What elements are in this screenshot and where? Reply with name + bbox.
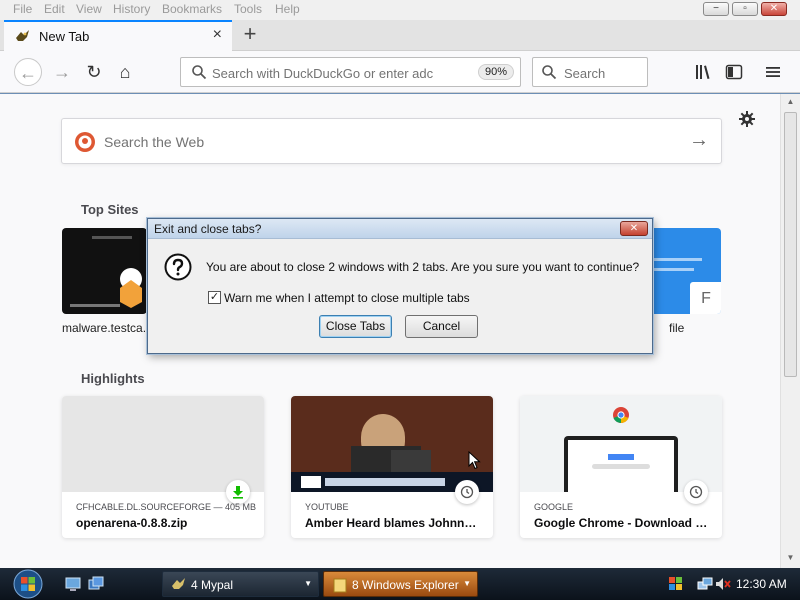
clock-badge: [684, 480, 708, 504]
highlight-source: YOUTUBE: [305, 502, 349, 512]
taskbar-clock: 12:30 AM: [736, 577, 787, 591]
page-thumbnail-icon: [120, 280, 142, 308]
clock-icon: [460, 485, 474, 499]
home-button[interactable]: ⌂: [111, 58, 139, 86]
network-icon[interactable]: [697, 576, 713, 592]
menu-tools[interactable]: Tools: [234, 2, 262, 16]
menu-view[interactable]: View: [76, 2, 102, 16]
top-site-malware-testcategory[interactable]: [62, 228, 147, 314]
mypal-icon: [172, 578, 185, 589]
scroll-up-icon[interactable]: ▲: [781, 94, 800, 110]
navigation-toolbar: ← → ↻ ⌂ Search with DuckDuckGo or enter …: [0, 51, 800, 93]
highlight-thumbnail: [291, 396, 493, 492]
close-tab-icon[interactable]: ×: [213, 26, 222, 44]
menu-bookmarks[interactable]: Bookmarks: [162, 2, 222, 16]
search-bar[interactable]: Search: [532, 57, 648, 87]
warn-close-label[interactable]: Warn me when I attempt to close multiple…: [224, 291, 470, 305]
download-icon: [233, 486, 243, 499]
top-sites-heading: Top Sites: [81, 202, 139, 217]
tab-title: New Tab: [39, 29, 90, 44]
maximize-button[interactable]: ▫: [732, 2, 758, 16]
library-icon[interactable]: [694, 63, 712, 81]
arrow-right-icon[interactable]: →: [689, 129, 709, 152]
url-bar[interactable]: Search with DuckDuckGo or enter adc 90%: [180, 57, 521, 87]
show-desktop-icon[interactable]: [65, 576, 81, 592]
window-close-button[interactable]: ✕: [761, 2, 787, 16]
gear-icon[interactable]: [738, 110, 756, 128]
search-input[interactable]: Search: [564, 66, 605, 81]
highlight-title: Amber Heard blames Johnny ...: [305, 516, 481, 530]
flag-icon[interactable]: [668, 576, 684, 592]
highlight-title: openarena-0.8.8.zip: [76, 516, 188, 530]
highlight-title: Google Chrome - Download th...: [534, 516, 710, 530]
question-icon: [164, 253, 192, 281]
taskbar-windows-explorer-button[interactable]: 8 Windows Explorer ▼: [323, 571, 478, 597]
volume-muted-icon[interactable]: [715, 576, 731, 592]
taskbar-button-label: 4 Mypal: [191, 578, 234, 592]
mouse-cursor-icon: [468, 451, 481, 470]
menu-bar: File Edit View History Bookmarks Tools H…: [0, 0, 800, 20]
reload-button[interactable]: ↻: [80, 58, 108, 86]
download-badge: [226, 480, 250, 504]
web-search-input[interactable]: Search the Web: [104, 134, 204, 150]
duckduckgo-icon: [75, 132, 95, 152]
menu-help[interactable]: Help: [275, 2, 300, 16]
menu-history[interactable]: History: [113, 2, 150, 16]
url-input[interactable]: Search with DuckDuckGo or enter adc: [212, 66, 442, 81]
mypal-icon: [16, 30, 29, 41]
taskbar: 4 Mypal ▼ 8 Windows Explorer ▼ 12:30 AM: [0, 568, 800, 600]
taskbar-button-label: 8 Windows Explorer: [352, 578, 459, 592]
exit-confirm-dialog: Exit and close tabs? ✕ You are about to …: [147, 218, 653, 354]
site-letter-badge: F: [690, 282, 721, 314]
dialog-close-button[interactable]: ✕: [620, 221, 648, 236]
switch-windows-icon[interactable]: [88, 576, 104, 592]
highlight-source: GOOGLE: [534, 502, 574, 512]
taskbar-mypal-button[interactable]: 4 Mypal ▼: [162, 571, 319, 597]
windows-start-icon[interactable]: [8, 569, 48, 599]
highlight-thumbnail: [520, 396, 722, 492]
close-tabs-button[interactable]: Close Tabs: [319, 315, 392, 338]
zoom-level-badge[interactable]: 90%: [477, 64, 514, 80]
highlight-card[interactable]: YOUTUBE Amber Heard blames Johnny ...: [291, 396, 493, 538]
hamburger-menu-icon[interactable]: [764, 63, 782, 81]
warn-close-checkbox[interactable]: ✓: [208, 291, 221, 304]
dialog-titlebar[interactable]: Exit and close tabs? ✕: [148, 219, 652, 239]
forward-button[interactable]: →: [48, 58, 76, 86]
highlight-source: CFHCABLE.DL.SOURCEFORGE — 405 MB: [76, 502, 257, 512]
highlight-card[interactable]: GOOGLE Google Chrome - Download th...: [520, 396, 722, 538]
menu-edit[interactable]: Edit: [44, 2, 65, 16]
menu-file[interactable]: File: [13, 2, 32, 16]
back-button[interactable]: ←: [14, 58, 42, 86]
dropdown-arrow-icon: ▼: [304, 579, 312, 588]
dialog-message: You are about to close 2 windows with 2 …: [206, 260, 640, 274]
cancel-button[interactable]: Cancel: [405, 315, 478, 338]
folder-icon: [333, 578, 347, 593]
clock-badge: [455, 480, 479, 504]
dropdown-arrow-icon: ▼: [463, 579, 471, 588]
top-site-label: malware.testca...: [62, 321, 153, 335]
highlight-card[interactable]: CFHCABLE.DL.SOURCEFORGE — 405 MB openare…: [62, 396, 264, 538]
tab-strip: New Tab × +: [0, 20, 800, 51]
new-tab-button[interactable]: +: [238, 21, 262, 47]
minimize-button[interactable]: −: [703, 2, 729, 16]
chrome-logo-icon: [613, 407, 629, 424]
highlights-heading: Highlights: [81, 371, 145, 386]
clock-icon: [689, 485, 703, 499]
sidebar-icon[interactable]: [725, 63, 743, 81]
scroll-thumb[interactable]: [784, 112, 797, 377]
vertical-scrollbar[interactable]: ▲ ▼: [780, 94, 800, 568]
search-icon: [542, 65, 557, 80]
search-icon: [192, 65, 207, 80]
dialog-title: Exit and close tabs?: [154, 222, 262, 236]
web-search-box[interactable]: Search the Web →: [61, 118, 722, 164]
top-site-label: file: [669, 321, 685, 335]
tab-new-tab[interactable]: New Tab ×: [4, 20, 232, 51]
scroll-down-icon[interactable]: ▼: [781, 550, 800, 566]
highlight-thumbnail: [62, 396, 264, 492]
